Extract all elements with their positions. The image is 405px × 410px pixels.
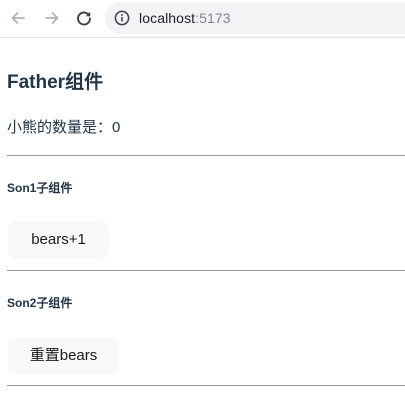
arrow-right-icon: [45, 12, 59, 24]
divider: [7, 385, 405, 386]
divider: [7, 270, 405, 271]
back-button[interactable]: [6, 6, 30, 30]
reload-icon: [77, 11, 91, 26]
url-port: :5173: [195, 10, 231, 26]
reset-bears-button[interactable]: 重置bears: [8, 337, 119, 375]
url-host: localhost: [139, 10, 196, 26]
arrow-left-icon: [11, 12, 25, 24]
divider: [7, 155, 405, 156]
bear-count-value: 0: [112, 119, 121, 136]
address-bar[interactable]: localhost:5173: [105, 2, 405, 34]
father-title: Father组件: [7, 72, 104, 93]
forward-button[interactable]: [40, 6, 64, 30]
url-text[interactable]: localhost:5173: [139, 9, 231, 27]
browser-toolbar: localhost:5173: [0, 0, 405, 38]
reload-button[interactable]: [72, 6, 96, 30]
info-icon[interactable]: [114, 10, 130, 26]
son1-title: Son1子组件: [7, 181, 73, 195]
bear-count-label: 小熊的数量是：: [7, 119, 113, 136]
bears-increment-button[interactable]: bears+1: [8, 221, 109, 259]
son2-title: Son2子组件: [7, 296, 73, 310]
bear-count-line: 小熊的数量是：0: [7, 118, 120, 138]
